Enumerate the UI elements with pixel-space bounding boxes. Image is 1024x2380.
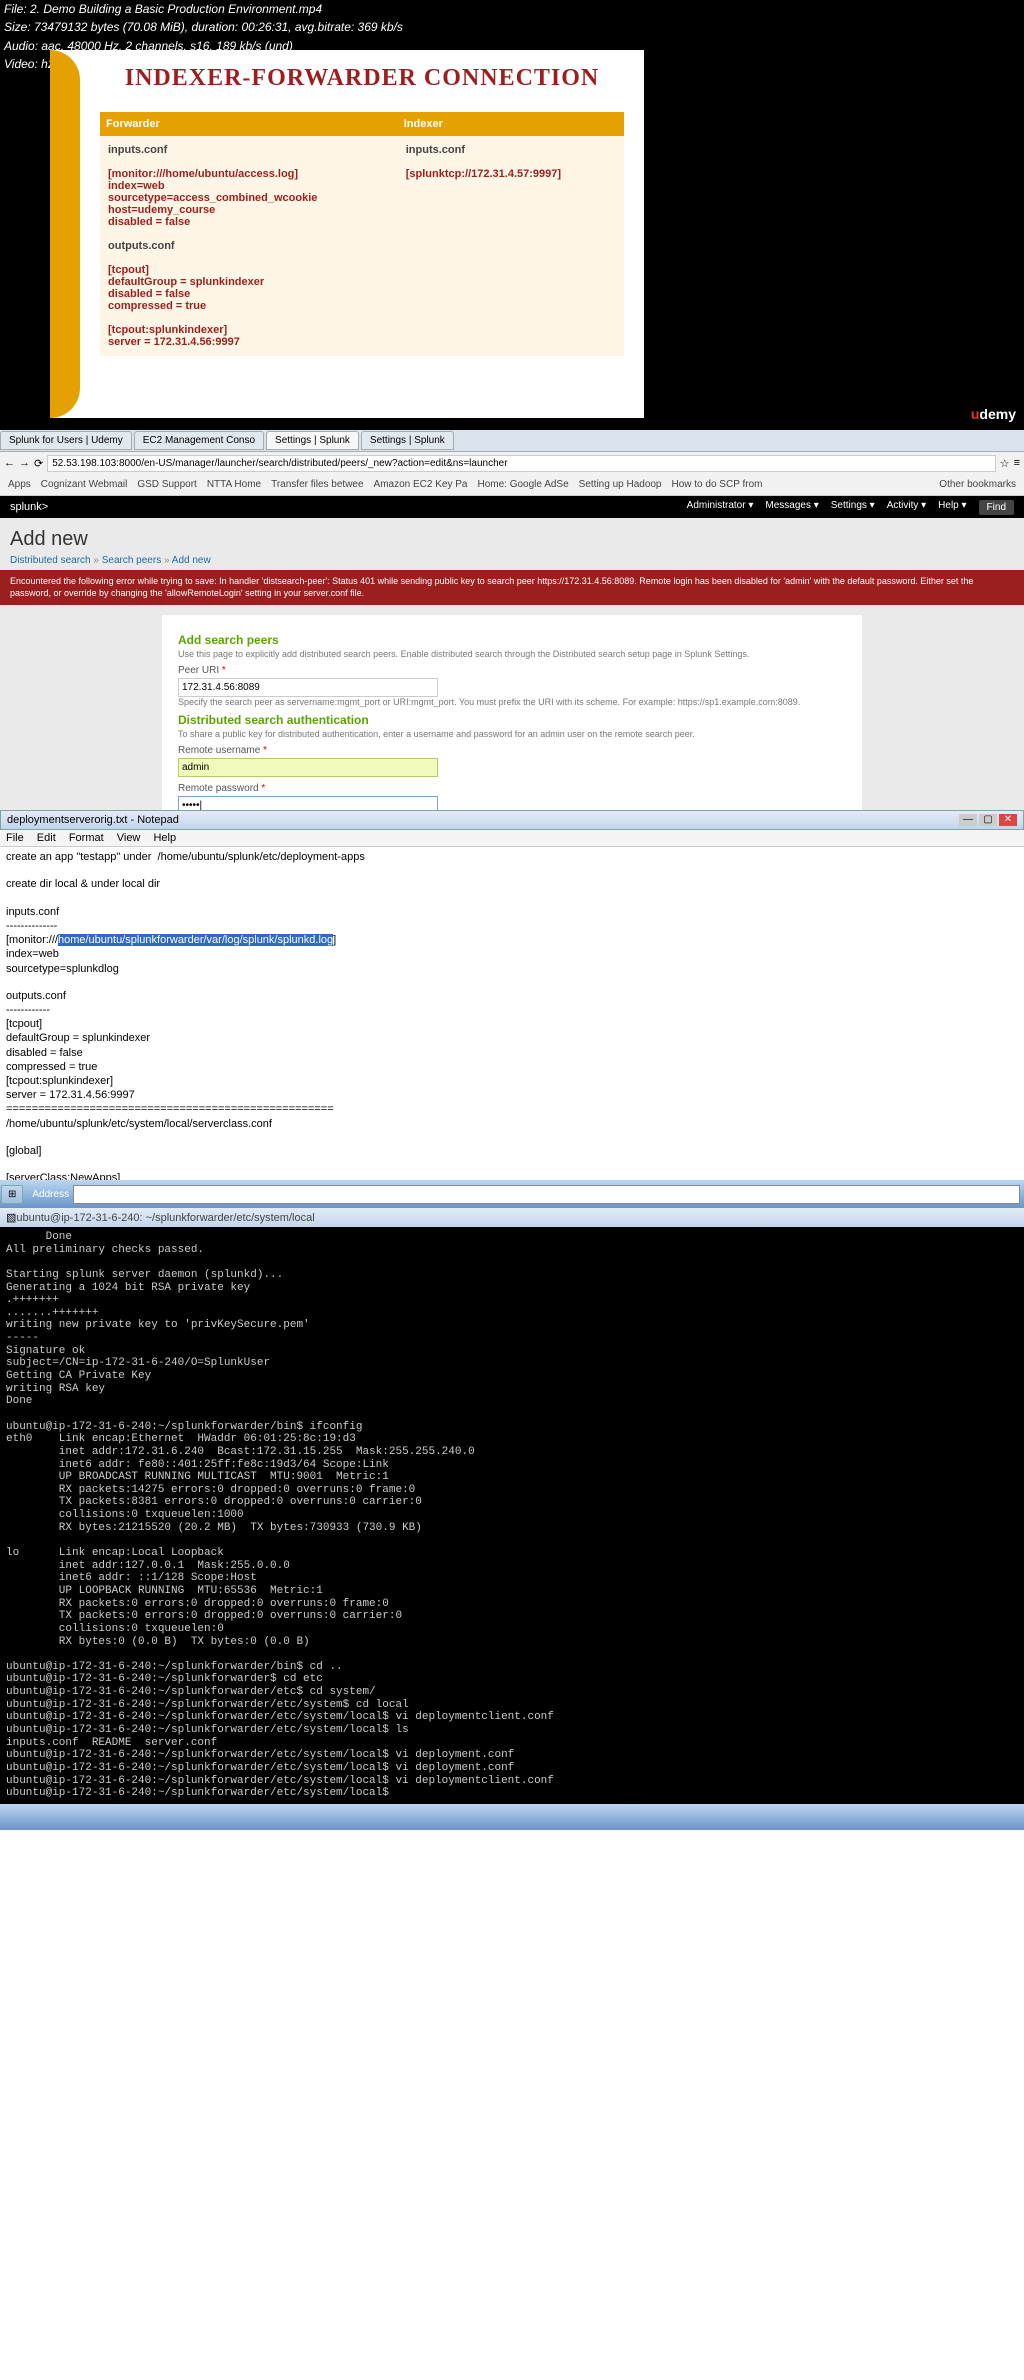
windows-taskbar: ⊞ Address	[0, 1180, 1024, 1208]
bookmark[interactable]: Setting up Hadoop	[579, 479, 662, 490]
menu-edit[interactable]: Edit	[37, 832, 56, 844]
remote-user-input[interactable]	[178, 758, 438, 777]
browser-tab[interactable]: Splunk for Users | Udemy	[0, 431, 132, 450]
menu-help[interactable]: Help ▾	[938, 500, 966, 515]
notepad-title: deploymentserverorig.txt - Notepad	[7, 814, 179, 826]
file-meta-file: File: 2. Demo Building a Basic Productio…	[0, 0, 1024, 18]
col-indexer: Indexer	[398, 112, 624, 136]
bookmark[interactable]: How to do SCP from	[672, 479, 763, 490]
crumb-current: Add new	[172, 555, 211, 566]
menu-administrator[interactable]: Administrator ▾	[687, 500, 754, 515]
apps-button[interactable]: Apps	[8, 479, 31, 490]
menu-activity[interactable]: Activity ▾	[887, 500, 926, 515]
notepad-titlebar: deploymentserverorig.txt - Notepad — ▢ ✕	[0, 810, 1024, 830]
remote-pass-label: Remote password	[178, 783, 846, 794]
selected-text: home/ubuntu/splunkforwarder/var/log/splu…	[58, 934, 333, 946]
config-table: Forwarder Indexer inputs.conf [monitor:/…	[100, 112, 624, 356]
browser-tab-active[interactable]: Settings | Splunk	[266, 431, 359, 450]
col-forwarder: Forwarder	[100, 112, 398, 136]
forward-button[interactable]: →	[19, 457, 30, 469]
peer-uri-input[interactable]	[178, 678, 438, 697]
section-auth: Distributed search authentication	[178, 713, 846, 727]
indexer-cell: inputs.conf [splunktcp://172.31.4.57:999…	[398, 136, 624, 356]
section-add-peers: Add search peers	[178, 633, 846, 647]
windows-taskbar-bottom	[0, 1804, 1024, 1830]
reload-button[interactable]: ⟳	[34, 457, 43, 470]
bookmark[interactable]: Transfer files betwee	[271, 479, 363, 490]
bookmarks-bar: Apps Cognizant Webmail GSD Support NTTA …	[0, 474, 1024, 496]
bookmark[interactable]: NTTA Home	[207, 479, 261, 490]
close-button[interactable]: ✕	[999, 814, 1017, 826]
menu-view[interactable]: View	[117, 832, 141, 844]
fwd-outputs-header: outputs.conf	[108, 240, 390, 252]
menu-icon[interactable]: ≡	[1014, 457, 1020, 469]
breadcrumb: Distributed search » Search peers » Add …	[0, 555, 1024, 570]
other-bookmarks[interactable]: Other bookmarks	[939, 479, 1016, 490]
browser-tab-strip: Splunk for Users | Udemy EC2 Management …	[0, 430, 1024, 452]
slide: INDEXER-FORWARDER CONNECTION Forwarder I…	[50, 50, 644, 418]
menu-file[interactable]: File	[6, 832, 24, 844]
putty-icon: ▧	[6, 1211, 16, 1224]
menu-help[interactable]: Help	[153, 832, 176, 844]
remote-user-label: Remote username	[178, 745, 846, 756]
help-text: Use this page to explicitly add distribu…	[178, 649, 846, 659]
browser-tab[interactable]: Settings | Splunk	[361, 431, 454, 450]
slide-title: INDEXER-FORWARDER CONNECTION	[100, 65, 624, 92]
notepad-menubar: File Edit Format View Help	[0, 830, 1024, 847]
bookmark[interactable]: Home: Google AdSe	[477, 479, 568, 490]
menu-messages[interactable]: Messages ▾	[765, 500, 818, 515]
url-input[interactable]: 52.53.198.103:8000/en-US/manager/launche…	[47, 455, 995, 472]
peer-help: Specify the search peer as servername:mg…	[178, 697, 846, 707]
udemy-logo: uudemydemy	[971, 406, 1016, 422]
forwarder-cell: inputs.conf [monitor:///home/ubuntu/acce…	[100, 136, 398, 356]
bookmark[interactable]: GSD Support	[137, 479, 196, 490]
addr-label: Address	[32, 1189, 69, 1200]
menu-settings[interactable]: Settings ▾	[831, 500, 875, 515]
find-input[interactable]: Find	[979, 500, 1014, 515]
fwd-outputs-body: [tcpout] defaultGroup = splunkindexer di…	[108, 264, 390, 348]
terminal-titlebar: ▧ ubuntu@ip-172-31-6-240: ~/splunkforwar…	[0, 1208, 1024, 1227]
start-button[interactable]: ⊞	[1, 1185, 23, 1204]
fwd-inputs-header: inputs.conf	[108, 144, 390, 156]
error-banner: Encountered the following error while tr…	[0, 570, 1024, 605]
menu-format[interactable]: Format	[69, 832, 104, 844]
bookmark[interactable]: Amazon EC2 Key Pa	[374, 479, 468, 490]
minimize-button[interactable]: —	[959, 814, 977, 826]
terminal-body[interactable]: Done All preliminary checks passed. Star…	[0, 1227, 1024, 1804]
bookmark[interactable]: Cognizant Webmail	[41, 479, 128, 490]
auth-help: To share a public key for distributed au…	[178, 729, 846, 739]
fwd-inputs-body: [monitor:///home/ubuntu/access.log] inde…	[108, 168, 390, 228]
crumb-link[interactable]: Distributed search	[10, 555, 91, 566]
slide-accent-bar	[50, 50, 80, 418]
back-button[interactable]: ←	[4, 457, 15, 469]
page-title: Add new	[0, 524, 1024, 555]
crumb-link[interactable]: Search peers	[102, 555, 161, 566]
file-meta-size: Size: 73479132 bytes (70.08 MiB), durati…	[0, 18, 1024, 36]
address-bar-row: ← → ⟳ 52.53.198.103:8000/en-US/manager/l…	[0, 452, 1024, 474]
idx-inputs-header: inputs.conf	[406, 144, 616, 156]
splunk-header: splunk> Administrator ▾ Messages ▾ Setti…	[0, 496, 1024, 518]
star-icon[interactable]: ☆	[1000, 457, 1010, 470]
terminal-title: ubuntu@ip-172-31-6-240: ~/splunkforwarde…	[16, 1212, 314, 1224]
taskbar-address[interactable]	[73, 1185, 1020, 1204]
peer-uri-label: Peer URI	[178, 665, 846, 676]
browser-tab[interactable]: EC2 Management Conso	[134, 431, 264, 450]
idx-inputs-body: [splunktcp://172.31.4.57:9997]	[406, 168, 616, 180]
maximize-button[interactable]: ▢	[979, 814, 997, 826]
splunk-logo[interactable]: splunk>	[10, 501, 48, 513]
